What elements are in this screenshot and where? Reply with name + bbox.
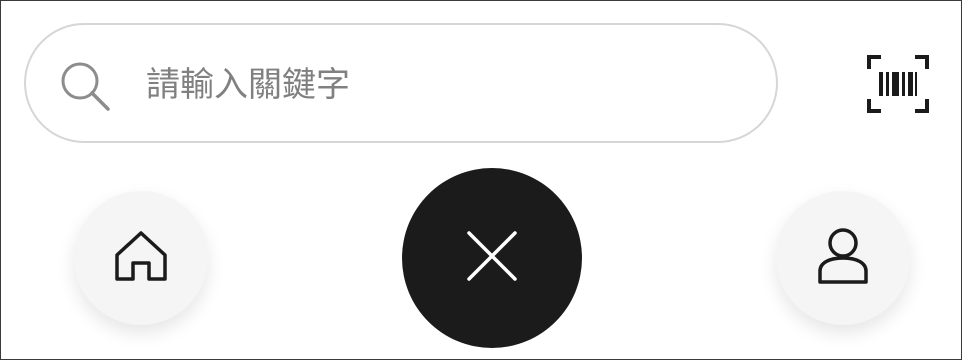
search-input[interactable] — [146, 55, 746, 115]
search-bar[interactable] — [24, 23, 778, 143]
search-icon — [58, 59, 114, 115]
home-icon — [113, 229, 169, 287]
user-profile-button[interactable] — [776, 191, 910, 325]
home-button[interactable] — [74, 191, 208, 325]
app-frame — [0, 0, 962, 360]
barcode-scan-button[interactable] — [867, 55, 929, 113]
user-icon — [817, 227, 869, 289]
close-button[interactable] — [402, 168, 582, 348]
barcode-scan-icon — [867, 55, 929, 117]
close-icon — [466, 230, 518, 286]
